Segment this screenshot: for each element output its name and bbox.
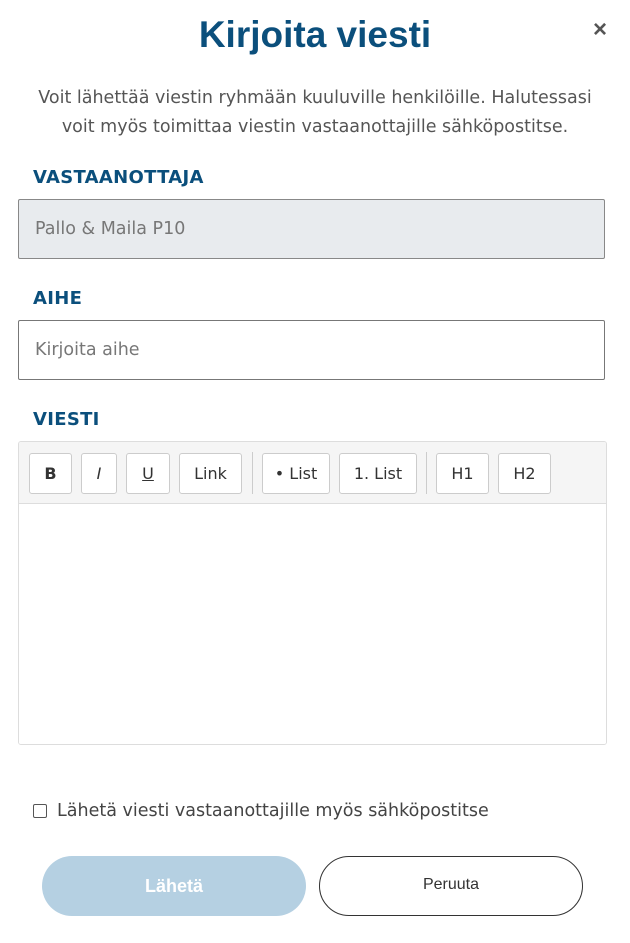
message-body-input[interactable] (19, 504, 606, 744)
subject-input[interactable] (18, 320, 605, 380)
message-label: VIESTI (33, 409, 100, 430)
heading2-button[interactable]: H2 (498, 453, 551, 494)
heading1-button[interactable]: H1 (436, 453, 489, 494)
send-button[interactable]: Lähetä (42, 856, 306, 916)
compose-message-dialog: Kirjoita viesti × Voit lähettää viestin … (0, 0, 630, 943)
toolbar-divider (252, 452, 253, 494)
bold-button[interactable]: B (29, 453, 72, 494)
dialog-description: Voit lähettää viestin ryhmään kuuluville… (38, 88, 592, 137)
recipient-label: VASTAANOTTAJA (33, 167, 204, 188)
italic-button[interactable]: I (81, 453, 117, 494)
editor-toolbar: B I U Link • List 1. List H1 H2 (19, 442, 606, 504)
dialog-title: Kirjoita viesti (198, 14, 432, 55)
message-editor: B I U Link • List 1. List H1 H2 (18, 441, 607, 745)
close-icon[interactable]: × (588, 18, 612, 42)
email-option-row[interactable]: Lähetä viesti vastaanottajille myös sähk… (33, 799, 489, 823)
subject-label: AIHE (33, 288, 83, 309)
email-option-label[interactable]: Lähetä viesti vastaanottajille myös sähk… (57, 801, 489, 821)
recipient-field (18, 199, 605, 259)
cancel-button[interactable]: Peruuta (319, 856, 583, 916)
checkbox-icon[interactable] (33, 804, 47, 818)
bullet-list-button[interactable]: • List (262, 453, 330, 494)
toolbar-divider (426, 452, 427, 494)
numbered-list-button[interactable]: 1. List (339, 453, 417, 494)
underline-button[interactable]: U (126, 453, 170, 494)
link-button[interactable]: Link (179, 453, 242, 494)
